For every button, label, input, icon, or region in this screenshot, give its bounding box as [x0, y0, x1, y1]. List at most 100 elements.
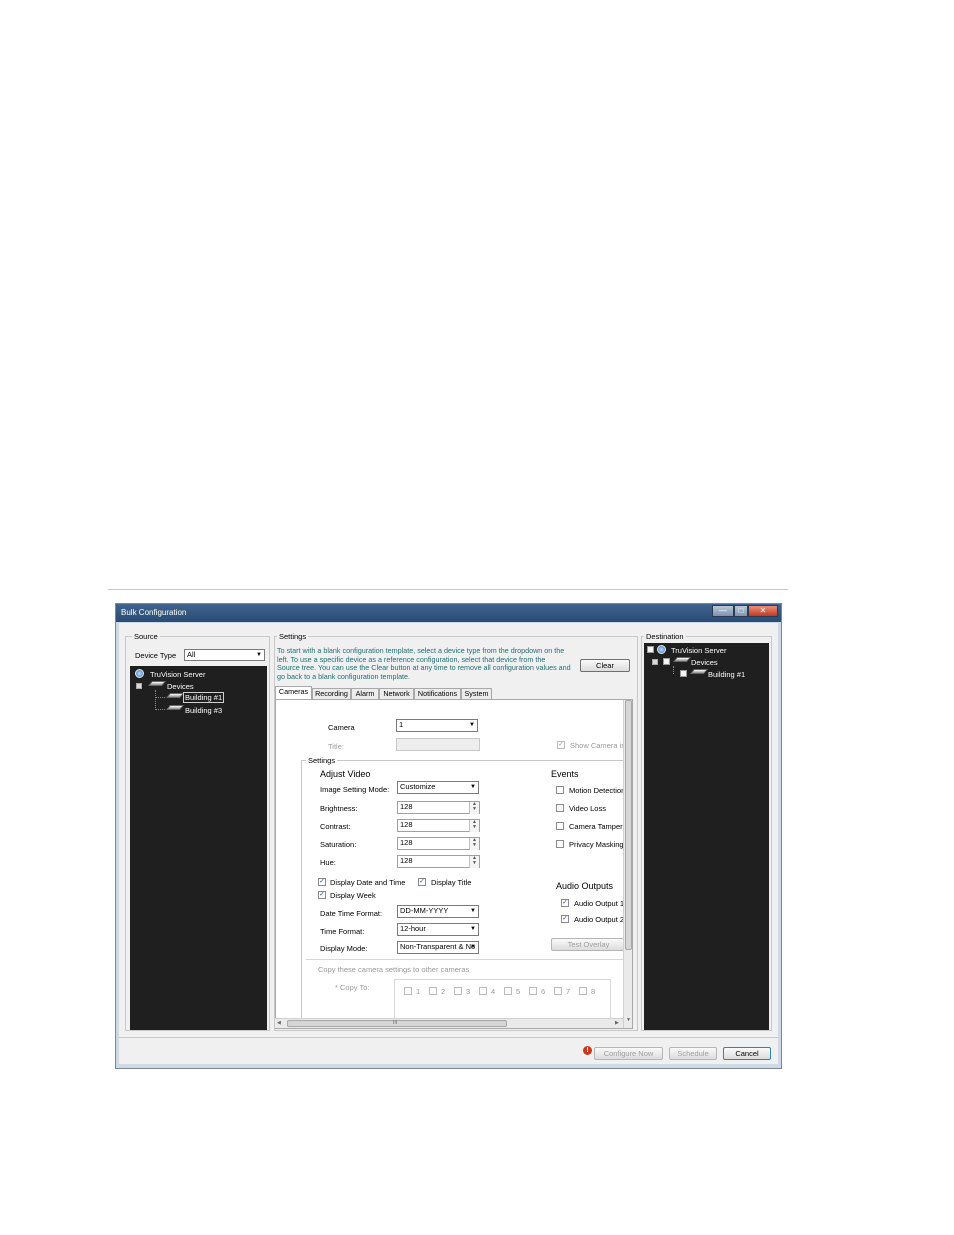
time-format-label: Time Format: [320, 927, 365, 936]
image-setting-mode-select[interactable]: Customize ▼ [397, 781, 479, 794]
server-globe-icon [135, 669, 144, 678]
copy-camera-5-checkbox[interactable] [504, 987, 512, 995]
copy-camera-label: 8 [591, 987, 596, 996]
destination-legend: Destination [644, 632, 686, 641]
privacy-masking-checkbox[interactable] [556, 840, 564, 848]
copy-camera-6-checkbox[interactable] [529, 987, 537, 995]
camera-settings-legend: Settings [306, 756, 338, 765]
display-week-checkbox[interactable]: ✓ [318, 891, 326, 899]
maximize-button[interactable]: □ [734, 605, 748, 617]
destination-devices-checkbox[interactable] [663, 658, 670, 665]
building-device-icon [165, 705, 185, 710]
vertical-scrollbar[interactable]: ▲ ▼ [623, 700, 632, 1028]
audio-output-2-label: Audio Output 2 [574, 915, 625, 924]
chevron-down-icon: ▼ [256, 652, 262, 658]
destination-tree-devices[interactable]: Devices [691, 658, 718, 667]
chevron-down-icon: ▼ [469, 722, 475, 728]
source-group: Source Device Type All ▼ TruVision Serve… [125, 632, 270, 1031]
copy-camera-8-checkbox[interactable] [579, 987, 587, 995]
scroll-right-icon[interactable]: ▶ [615, 1020, 619, 1026]
hue-input[interactable]: 128 ▲ ▼ [397, 855, 480, 868]
destination-building-1-checkbox[interactable] [680, 670, 687, 677]
title-input[interactable] [396, 738, 480, 751]
spinner-arrows-icon[interactable]: ▲ ▼ [469, 802, 479, 814]
source-tree-building-3[interactable]: Building #3 [185, 706, 222, 715]
scroll-left-icon[interactable]: ◀ [277, 1020, 281, 1026]
video-loss-checkbox[interactable] [556, 804, 564, 812]
camera-tampering-checkbox[interactable] [556, 822, 564, 830]
spinner-arrows-icon[interactable]: ▲ ▼ [469, 856, 479, 868]
title-bar[interactable]: Bulk Configuration — □ ✕ [116, 604, 781, 622]
schedule-button[interactable]: Schedule [669, 1047, 717, 1060]
collapse-icon[interactable] [136, 683, 142, 689]
copy-camera-7-checkbox[interactable] [554, 987, 562, 995]
copy-camera-3-checkbox[interactable] [454, 987, 462, 995]
saturation-input[interactable]: 128 ▲ ▼ [397, 837, 480, 850]
display-date-time-checkbox[interactable]: ✓ [318, 878, 326, 886]
scroll-down-icon[interactable]: ▼ [626, 1017, 631, 1023]
devices-icon [672, 657, 692, 662]
copy-to-list: 1 2 3 4 5 6 7 8 [394, 979, 611, 1023]
clear-button[interactable]: Clear [580, 659, 630, 672]
show-camera-checkbox[interactable]: ✓ [557, 741, 565, 749]
tab-notifications[interactable]: Notifications [414, 688, 461, 699]
display-mode-select[interactable]: Non-Transparent & No ▼ [397, 941, 479, 954]
camera-select[interactable]: 1 ▼ [396, 719, 478, 732]
date-time-format-value: DD-MM-YYYY [400, 906, 449, 915]
copy-camera-label: 1 [416, 987, 421, 996]
spinner-arrows-icon[interactable]: ▲ ▼ [469, 838, 479, 850]
warning-icon: ! [583, 1046, 592, 1055]
motion-detection-checkbox[interactable] [556, 786, 564, 794]
chevron-down-icon: ▼ [470, 908, 476, 914]
tab-recording[interactable]: Recording [312, 688, 351, 699]
source-tree-root[interactable]: TruVision Server [150, 670, 205, 679]
tab-system[interactable]: System [461, 688, 492, 699]
brightness-input[interactable]: 128 ▲ ▼ [397, 801, 480, 814]
display-title-checkbox[interactable]: ✓ [418, 878, 426, 886]
minimize-button[interactable]: — [712, 605, 734, 617]
destination-tree-building-1[interactable]: Building #1 [708, 670, 745, 679]
hue-value: 128 [400, 856, 413, 865]
copy-camera-2-checkbox[interactable] [429, 987, 437, 995]
audio-output-1-checkbox[interactable]: ✓ [561, 899, 569, 907]
privacy-masking-label: Privacy Masking [569, 840, 624, 849]
close-button[interactable]: ✕ [748, 605, 778, 617]
copy-camera-label: 6 [541, 987, 546, 996]
time-format-select[interactable]: 12-hour ▼ [397, 923, 479, 936]
destination-tree-root[interactable]: TruVision Server [671, 646, 726, 655]
horizontal-scroll-thumb[interactable]: III [287, 1020, 507, 1027]
chevron-down-icon: ▼ [470, 926, 476, 932]
horizontal-scrollbar[interactable]: ◀ III ▶ [275, 1018, 623, 1028]
test-overlay-button[interactable]: Test Overlay [551, 938, 626, 951]
saturation-label: Saturation: [320, 840, 357, 849]
audio-output-1-label: Audio Output 1 [574, 899, 625, 908]
settings-tabs: Cameras Recording Alarm Network Notifica… [275, 686, 635, 699]
copy-camera-4-checkbox[interactable] [479, 987, 487, 995]
source-tree-building-1[interactable]: Building #1 [183, 692, 225, 703]
copy-camera-1-checkbox[interactable] [404, 987, 412, 995]
destination-tree[interactable]: TruVision Server Devices Building #1 [644, 643, 769, 1030]
device-type-label: Device Type [135, 651, 177, 660]
device-type-select[interactable]: All ▼ [184, 649, 265, 661]
vertical-scroll-thumb[interactable] [625, 700, 632, 950]
configure-now-button[interactable]: Configure Now [594, 1047, 663, 1060]
collapse-icon[interactable] [652, 659, 658, 665]
building-device-icon [165, 693, 185, 698]
source-tree-devices[interactable]: Devices [167, 682, 194, 691]
destination-root-checkbox[interactable] [647, 646, 654, 653]
date-time-format-select[interactable]: DD-MM-YYYY ▼ [397, 905, 479, 918]
settings-legend: Settings [277, 632, 309, 641]
cancel-button[interactable]: Cancel [723, 1047, 771, 1060]
spinner-arrows-icon[interactable]: ▲ ▼ [469, 820, 479, 832]
audio-output-2-checkbox[interactable]: ✓ [561, 915, 569, 923]
tab-cameras[interactable]: Cameras [275, 686, 312, 699]
source-legend: Source [132, 632, 160, 641]
tab-alarm[interactable]: Alarm [351, 688, 379, 699]
contrast-value: 128 [400, 820, 413, 829]
camera-value: 1 [399, 720, 404, 729]
tab-network[interactable]: Network [379, 688, 414, 699]
title-label: Title: [328, 742, 344, 751]
contrast-input[interactable]: 128 ▲ ▼ [397, 819, 480, 832]
events-heading: Events [551, 769, 579, 779]
source-tree[interactable]: TruVision Server Devices Building #1 Bui… [130, 666, 267, 1030]
